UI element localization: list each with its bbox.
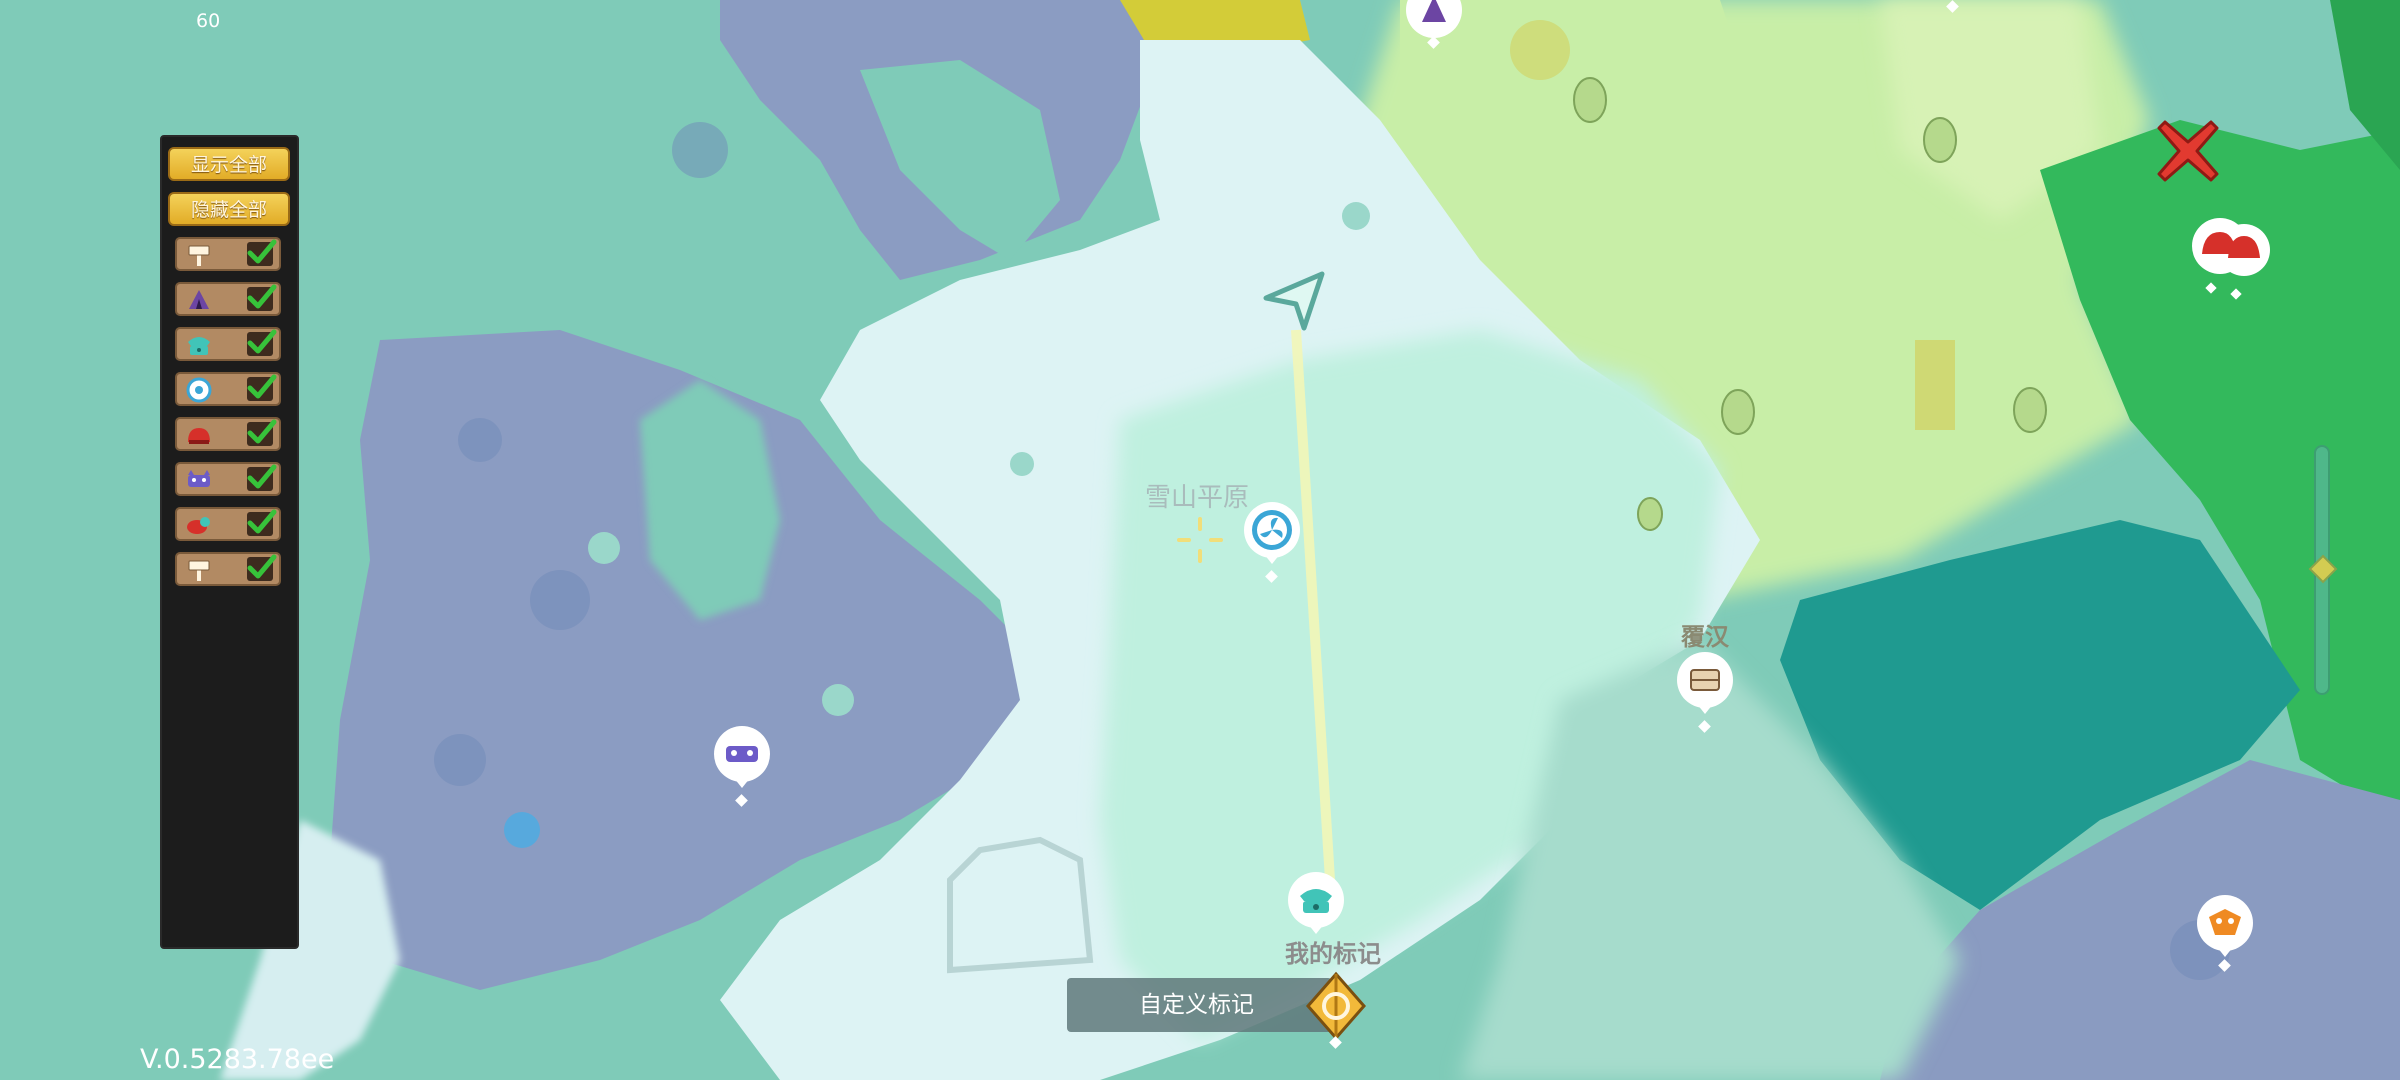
filter-row-signpost[interactable] [175,237,281,271]
close-map-button[interactable] [2155,118,2221,184]
purple-monster-icon [185,467,213,493]
blue-fan-icon [185,377,213,403]
player-arrow-icon [1263,271,1325,331]
filter-row-purple-monster[interactable] [175,462,281,496]
marker-filter-panel: 显示全部 隐藏全部 [160,135,299,949]
compass-diamond-icon[interactable] [1302,970,1370,1050]
filter-checkbox[interactable] [247,374,277,401]
version-label: V.0.5283.78ee [140,1044,335,1075]
my-marker-pin[interactable] [1286,870,1346,940]
red-creature-icon [185,512,213,538]
filter-row-phone[interactable] [175,327,281,361]
filter-checkbox[interactable] [247,464,277,491]
filter-checkbox[interactable] [247,239,277,266]
filter-row-red-creature[interactable] [175,507,281,541]
teal-phone-icon [185,332,213,358]
show-all-button[interactable]: 显示全部 [168,147,290,181]
purple-tent-marker[interactable] [1404,0,1464,64]
filter-checkbox[interactable] [247,284,277,311]
npc-name-label: 覆汉 [1681,623,1729,651]
filter-checkbox[interactable] [247,554,277,581]
filter-checkbox[interactable] [247,329,277,356]
filter-checkbox[interactable] [247,419,277,446]
zoom-slider-knob[interactable] [2308,554,2338,584]
fan-location-marker[interactable] [1242,500,1302,584]
hide-all-button[interactable]: 隐藏全部 [168,192,290,226]
fps-counter: 60 [196,10,221,32]
signpost-icon [185,242,213,268]
region-name-label: 雪山平原 [1145,483,1250,513]
filter-checkbox[interactable] [247,509,277,536]
filter-row-red-monster[interactable] [175,417,281,451]
red-monster-icon [185,422,213,448]
filter-row-tent[interactable] [175,282,281,316]
custom-marker-button[interactable]: 自定义标记 [1067,978,1332,1032]
filter-row-signpost-2[interactable] [175,552,281,586]
purple-tent-icon [185,287,213,313]
orange-creature-marker[interactable] [2195,895,2255,975]
target-crosshair-icon [1177,517,1223,563]
red-monster-marker[interactable] [2190,214,2274,304]
signpost-icon [185,557,213,583]
bed-location-marker[interactable] [1675,650,1735,734]
purple-monster-marker[interactable] [712,724,772,808]
filter-row-fan[interactable] [175,372,281,406]
my-marker-label: 我的标记 [1285,940,1381,968]
map-pin-dot [1946,0,1959,13]
